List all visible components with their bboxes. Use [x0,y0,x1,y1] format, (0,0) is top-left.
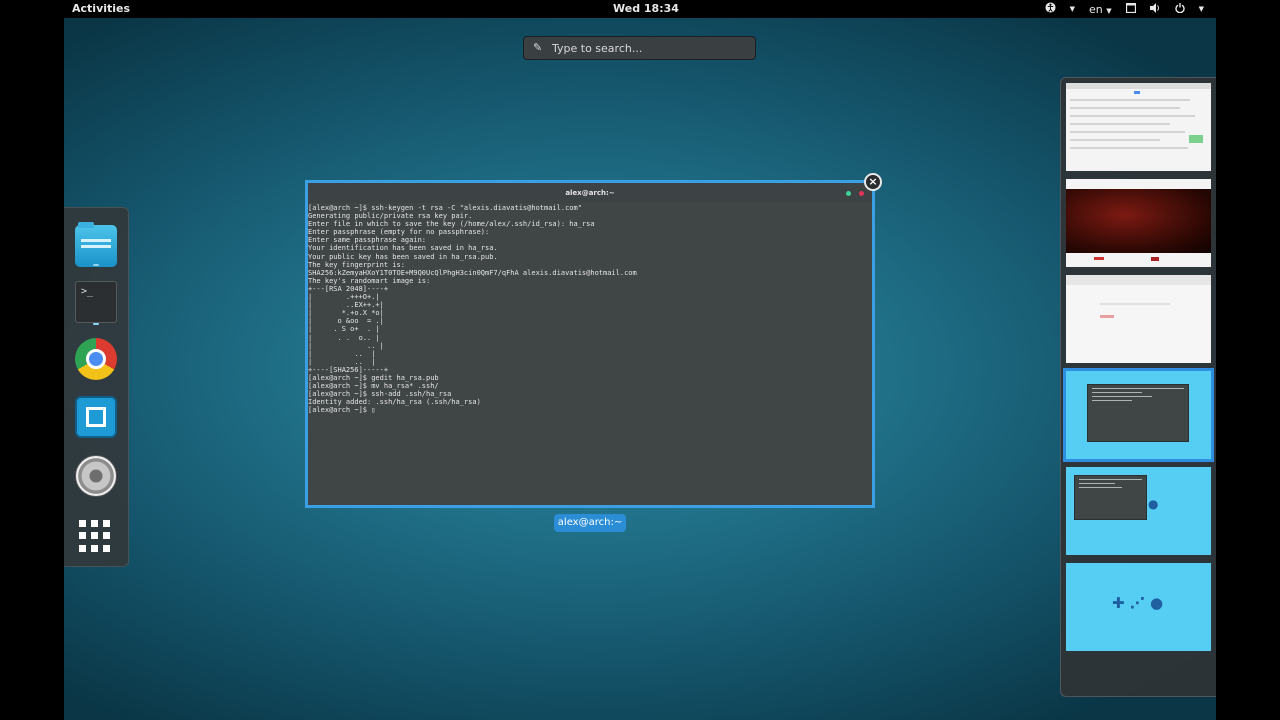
accessibility-icon[interactable] [1045,2,1056,16]
keyboard-layout[interactable]: en ▼ [1089,3,1112,16]
system-tray: ▼ en ▼ ▼ [1045,2,1204,16]
chevron-down-icon: ▼ [1106,6,1112,15]
search-placeholder: Type to search... [552,42,643,55]
camera-icon[interactable] [75,455,117,497]
chevron-down-icon[interactable]: ▼ [1070,5,1075,13]
top-bar: Activities Wed 18:34 ▼ en ▼ ▼ [64,0,1216,18]
window-title: alex@arch:~ [308,183,872,203]
workspace-2[interactable] [1066,179,1211,267]
workspace-6[interactable]: ✚ ⋰ ● [1066,563,1211,651]
running-indicator [93,323,99,325]
close-icon[interactable]: × [864,173,882,191]
terminal-output[interactable]: [alex@arch ~]$ ssh-keygen -t rsa -C "ale… [308,204,637,414]
search-entry[interactable]: ✎ Type to search... [523,36,756,60]
minimize-dot[interactable] [846,191,851,196]
activities-button[interactable]: Activities [72,2,130,15]
terminal-glyph: >_ [81,286,94,297]
workspace-1[interactable] [1066,83,1211,171]
workspace-switcher: ● ✚ ⋰ ● [1060,77,1216,697]
workspace-5[interactable]: ● [1066,467,1211,555]
dash: >_ [64,207,129,567]
workspace-4[interactable] [1063,368,1214,462]
language-label: en [1088,2,1103,16]
volume-icon[interactable] [1149,2,1161,16]
clock[interactable]: Wed 18:34 [613,2,679,15]
workspace-3[interactable] [1066,275,1211,363]
window-controls [846,191,864,196]
terminal-window[interactable]: alex@arch:~ [alex@arch ~]$ ssh-keygen -t… [305,180,875,508]
pencil-icon: ✎ [533,41,543,54]
chevron-down-icon[interactable]: ▼ [1199,5,1204,13]
close-dot[interactable] [859,191,864,196]
gamepad-icon: ● [1148,497,1159,511]
window-caption: alex@arch:~ [554,514,626,532]
app-grid-icon[interactable] [75,515,117,557]
running-indicator [93,264,99,266]
gamepad-icon: ✚ ⋰ ● [1112,594,1164,612]
terminal-icon[interactable]: >_ [75,281,117,323]
folder-icon[interactable] [75,222,117,267]
power-icon[interactable] [1174,2,1185,16]
chrome-icon[interactable] [75,338,117,380]
brackets-icon[interactable] [75,396,117,438]
window-icon[interactable] [1125,2,1136,16]
